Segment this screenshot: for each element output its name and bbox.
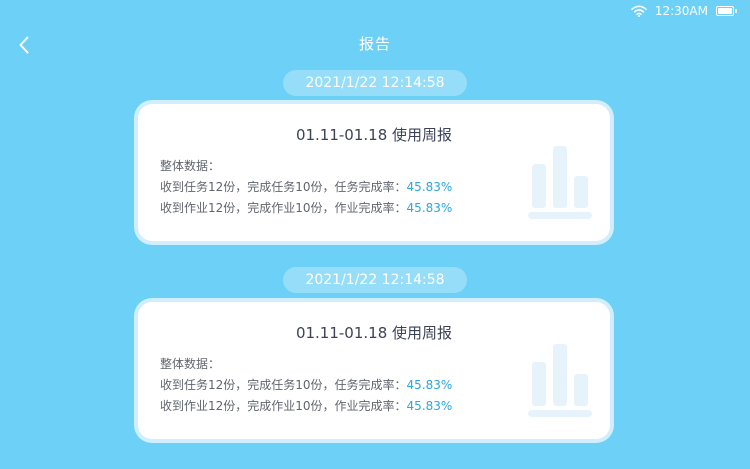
task-stats: 收到任务12份，完成任务10份，任务完成率：45.83% <box>160 177 452 198</box>
status-bar: 12:30AM <box>0 0 750 26</box>
homework-stats-text: 收到作业12份，完成作业10份，作业完成率： <box>160 399 407 413</box>
report-card[interactable]: 01.11-01.18 使用周报 整体数据： 收到任务12份，完成任务10份，任… <box>138 104 610 241</box>
homework-stats-text: 收到作业12份，完成作业10份，作业完成率： <box>160 201 407 215</box>
status-time: 12:30AM <box>654 4 708 18</box>
status-right: 12:30AM <box>631 4 737 18</box>
homework-stats: 收到作业12份，完成作业10份，作业完成率：45.83% <box>160 198 452 219</box>
bar-chart-icon <box>528 344 592 417</box>
report-summary: 整体数据： 收到任务12份，完成任务10份，任务完成率：45.83% 收到作业1… <box>160 354 452 417</box>
task-stats-text: 收到任务12份，完成任务10份，任务完成率： <box>160 180 407 194</box>
report-timestamp: 2021/1/22 12:14:58 <box>283 70 467 96</box>
homework-stats: 收到作业12份，完成作业10份，作业完成率：45.83% <box>160 396 452 417</box>
report-card[interactable]: 01.11-01.18 使用周报 整体数据： 收到任务12份，完成任务10份，任… <box>138 302 610 439</box>
task-stats-text: 收到任务12份，完成任务10份，任务完成率： <box>160 378 407 392</box>
report-timestamp: 2021/1/22 12:14:58 <box>283 267 467 293</box>
task-stats: 收到任务12份，完成任务10份，任务完成率：45.83% <box>160 375 452 396</box>
homework-rate: 45.83% <box>406 201 453 215</box>
task-rate: 45.83% <box>406 180 453 194</box>
overall-label: 整体数据： <box>160 159 221 173</box>
wifi-icon <box>631 5 647 17</box>
bar-chart-icon <box>528 146 592 219</box>
battery-icon <box>716 6 737 16</box>
homework-rate: 45.83% <box>406 399 453 413</box>
top-bar: 报告 <box>0 30 750 60</box>
overall-label: 整体数据： <box>160 357 221 371</box>
task-rate: 45.83% <box>406 378 453 392</box>
report-summary: 整体数据： 收到任务12份，完成任务10份，任务完成率：45.83% 收到作业1… <box>160 156 452 219</box>
page-title: 报告 <box>358 35 391 53</box>
